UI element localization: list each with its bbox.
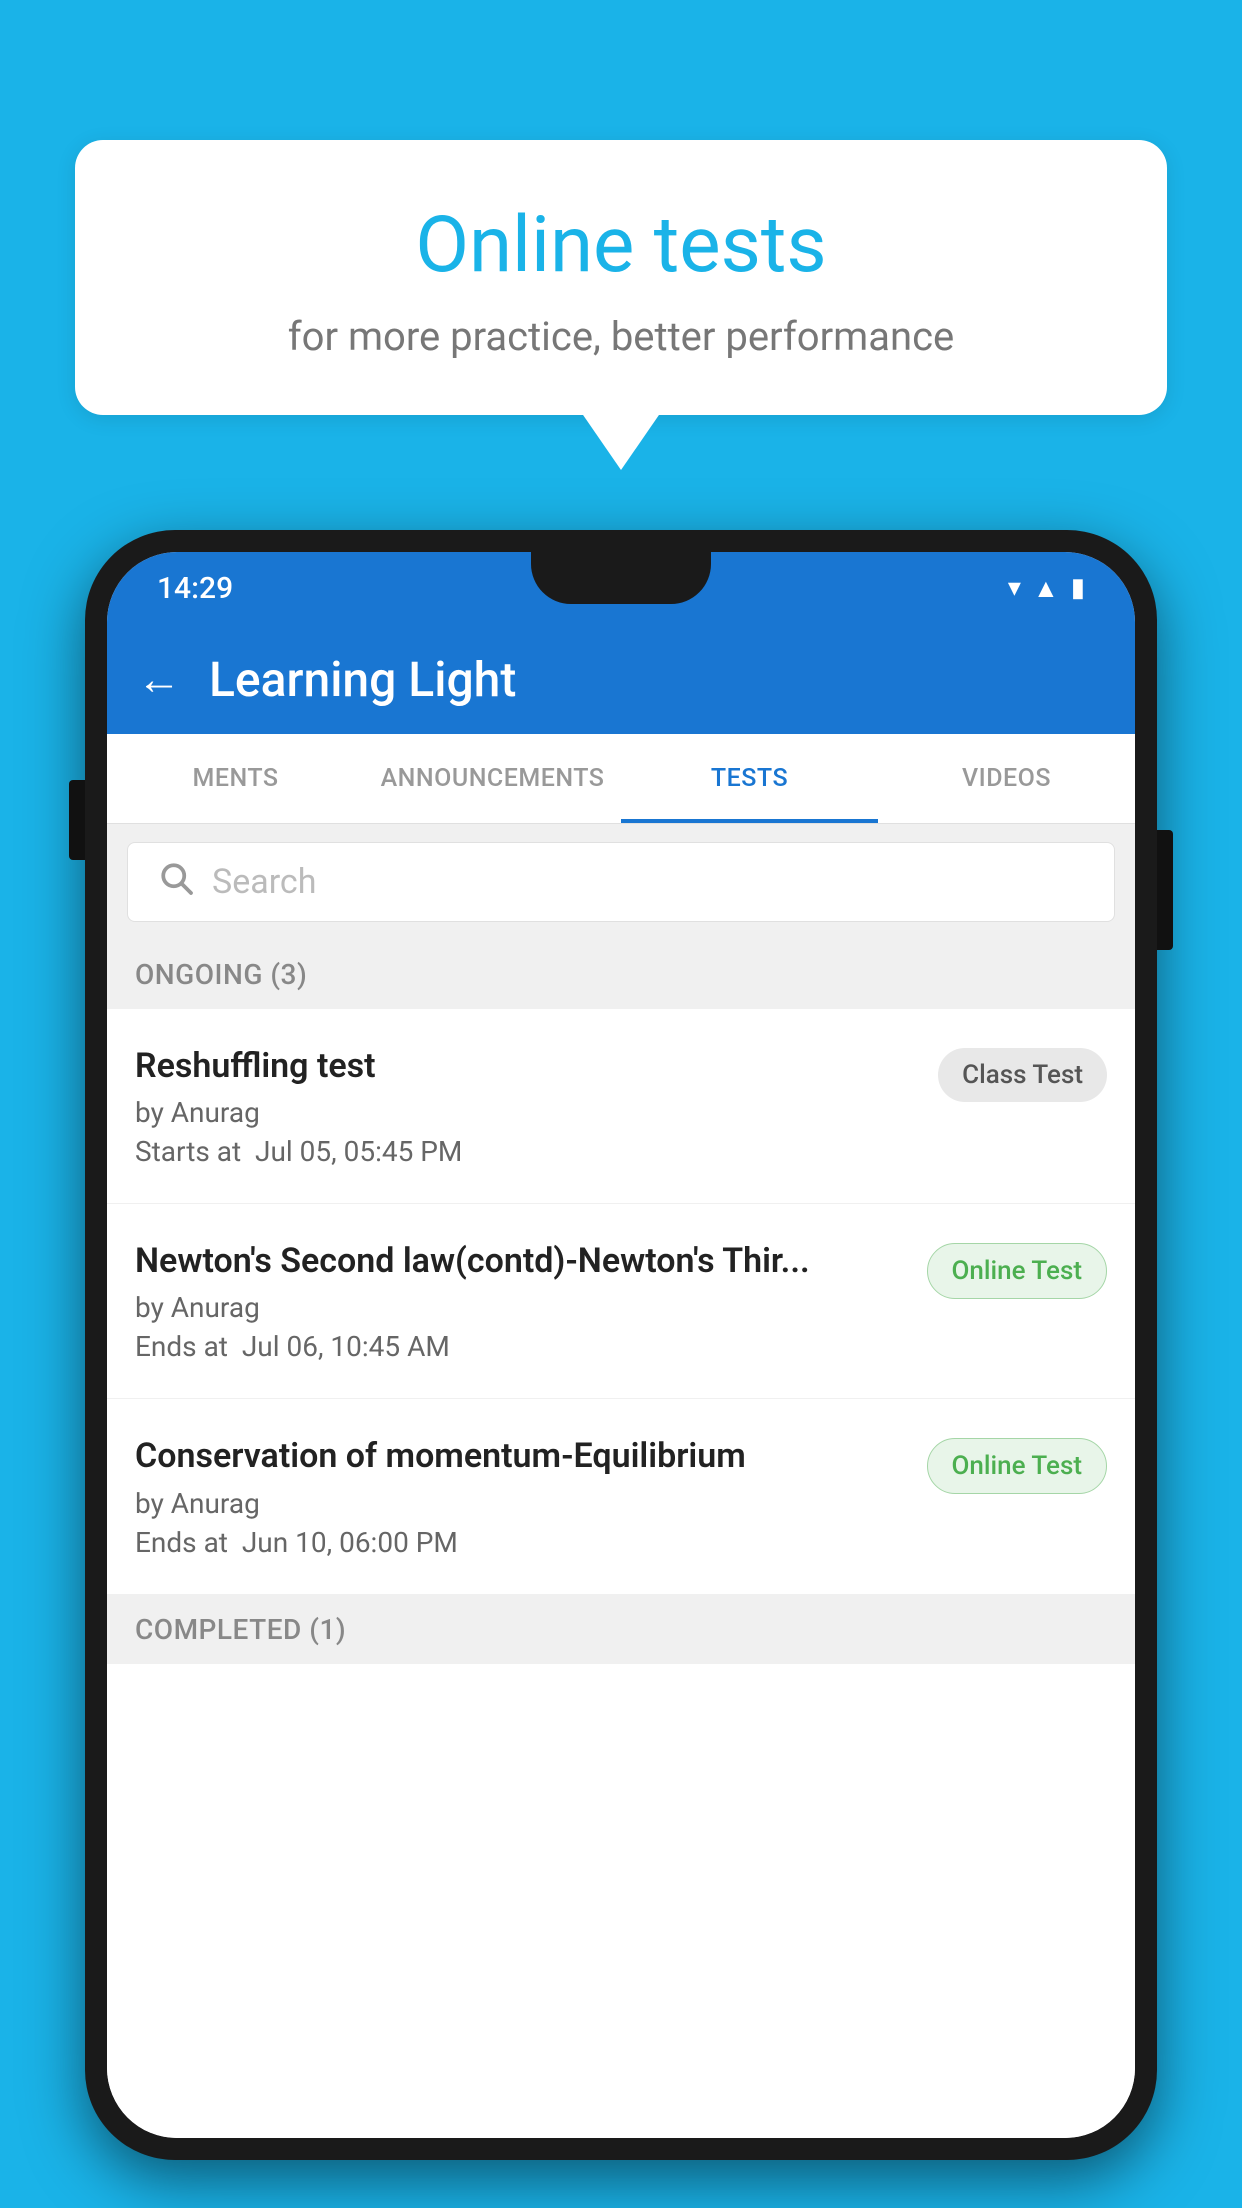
test-badge-2: Online Test xyxy=(927,1243,1108,1299)
status-icons: ▾ ▲ ▮ xyxy=(1008,573,1085,604)
search-placeholder: Search xyxy=(212,862,316,902)
ongoing-header-text: ONGOING (3) xyxy=(135,958,307,991)
ongoing-section-header: ONGOING (3) xyxy=(107,940,1135,1009)
test-item-3-content: Conservation of momentum-Equilibrium by … xyxy=(135,1434,907,1558)
tab-videos[interactable]: VIDEOS xyxy=(878,734,1135,823)
tab-announcements[interactable]: ANNOUNCEMENTS xyxy=(364,734,621,823)
completed-section-header: COMPLETED (1) xyxy=(107,1595,1135,1664)
test-time-1: Starts at Jul 05, 05:45 PM xyxy=(135,1135,918,1168)
test-badge-1: Class Test xyxy=(938,1048,1107,1102)
app-bar-title: Learning Light xyxy=(209,651,516,708)
status-bar: 14:29 ▾ ▲ ▮ xyxy=(107,552,1135,624)
test-author-2: by Anurag xyxy=(135,1291,907,1324)
test-list: Reshuffling test by Anurag Starts at Jul… xyxy=(107,1009,1135,2138)
test-item-1-content: Reshuffling test by Anurag Starts at Jul… xyxy=(135,1044,918,1168)
test-author-3: by Anurag xyxy=(135,1487,907,1520)
notch xyxy=(531,552,711,604)
speech-bubble-container: Online tests for more practice, better p… xyxy=(75,140,1167,415)
test-item-3[interactable]: Conservation of momentum-Equilibrium by … xyxy=(107,1399,1135,1594)
test-item-2[interactable]: Newton's Second law(contd)-Newton's Thir… xyxy=(107,1204,1135,1399)
speech-bubble: Online tests for more practice, better p… xyxy=(75,140,1167,415)
battery-icon: ▮ xyxy=(1071,573,1085,603)
tab-tests[interactable]: TESTS xyxy=(621,734,878,823)
status-time: 14:29 xyxy=(157,571,233,606)
test-title-1: Reshuffling test xyxy=(135,1044,918,1088)
back-button[interactable]: ← xyxy=(137,653,181,705)
app-bar: ← Learning Light xyxy=(107,624,1135,734)
test-item-2-content: Newton's Second law(contd)-Newton's Thir… xyxy=(135,1239,907,1363)
test-author-1: by Anurag xyxy=(135,1096,918,1129)
bubble-subtitle: for more practice, better performance xyxy=(125,313,1117,360)
completed-header-text: COMPLETED (1) xyxy=(135,1613,346,1646)
test-badge-3: Online Test xyxy=(927,1438,1108,1494)
test-item-1[interactable]: Reshuffling test by Anurag Starts at Jul… xyxy=(107,1009,1135,1204)
tab-ments[interactable]: MENTS xyxy=(107,734,364,823)
phone-outer: 14:29 ▾ ▲ ▮ ← Learning Light MENTS ANNOU… xyxy=(85,530,1157,2160)
search-container: Search xyxy=(107,824,1135,940)
test-title-2: Newton's Second law(contd)-Newton's Thir… xyxy=(135,1239,907,1283)
signal-icon: ▲ xyxy=(1033,573,1059,604)
phone-mockup: 14:29 ▾ ▲ ▮ ← Learning Light MENTS ANNOU… xyxy=(85,530,1157,2208)
phone-screen: 14:29 ▾ ▲ ▮ ← Learning Light MENTS ANNOU… xyxy=(107,552,1135,2138)
bubble-title: Online tests xyxy=(125,200,1117,291)
search-icon xyxy=(158,860,194,905)
test-time-2: Ends at Jul 06, 10:45 AM xyxy=(135,1330,907,1363)
test-title-3: Conservation of momentum-Equilibrium xyxy=(135,1434,907,1478)
search-bar[interactable]: Search xyxy=(127,842,1115,922)
test-time-3: Ends at Jun 10, 06:00 PM xyxy=(135,1526,907,1559)
tabs-bar: MENTS ANNOUNCEMENTS TESTS VIDEOS xyxy=(107,734,1135,824)
wifi-icon: ▾ xyxy=(1008,573,1021,603)
